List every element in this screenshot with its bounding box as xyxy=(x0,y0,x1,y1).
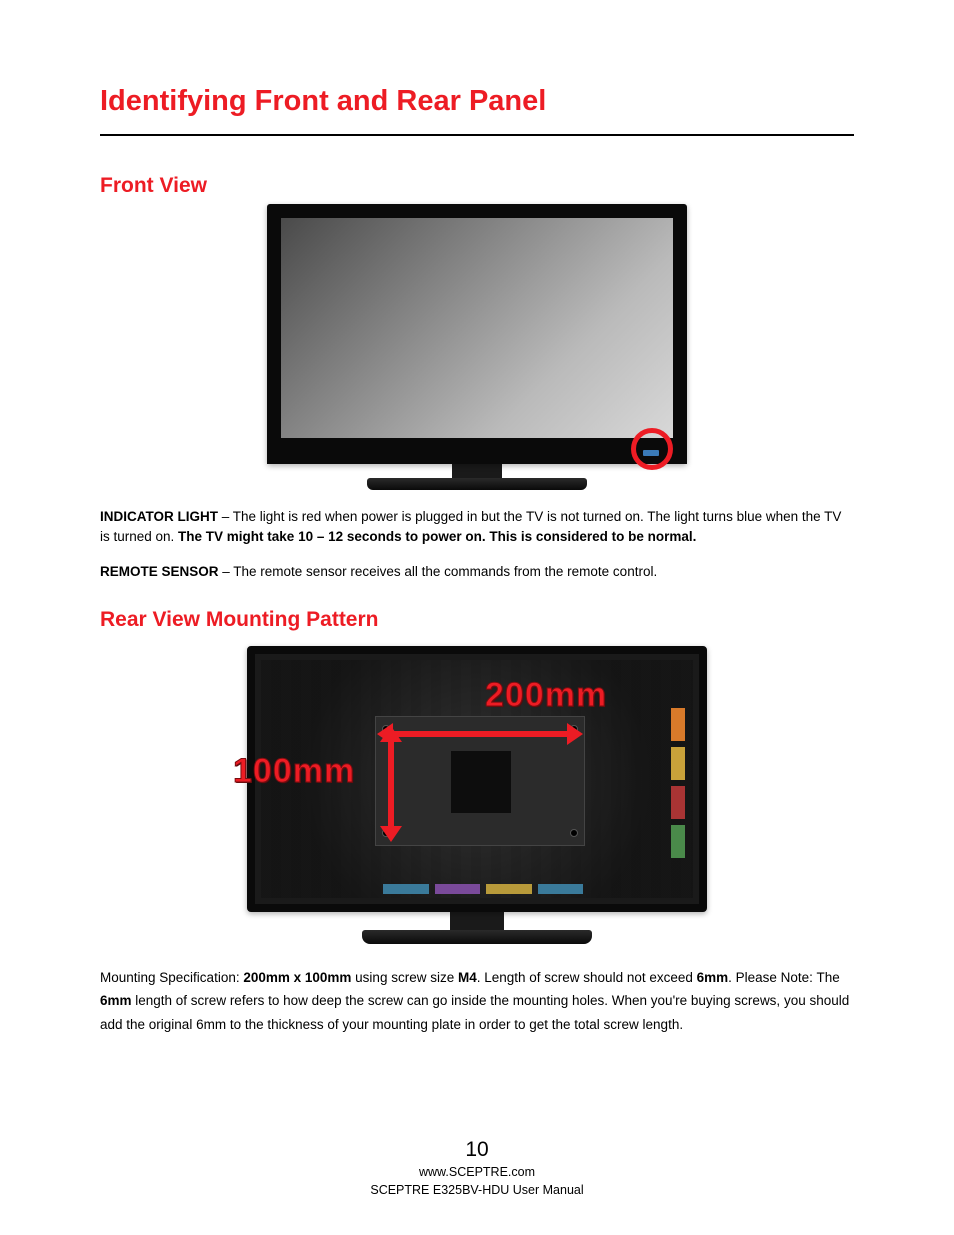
front-view-figure xyxy=(100,204,854,495)
tv-stand-neck xyxy=(452,464,502,478)
indicator-highlight-circle xyxy=(631,428,673,470)
indicator-light-paragraph: INDICATOR LIGHT – The light is red when … xyxy=(100,507,854,548)
port-icon xyxy=(671,786,685,819)
tv-front-illustration xyxy=(267,204,687,490)
mounting-spec-paragraph: Mounting Specification: 200mm x 100mm us… xyxy=(100,966,854,1037)
spec-len1: 6mm xyxy=(697,970,729,985)
mount-hole-icon xyxy=(570,829,578,837)
horizontal-dimension-arrow-icon xyxy=(387,726,573,742)
port-icon xyxy=(486,884,532,894)
port-icon xyxy=(671,825,685,858)
mount-inner-panel xyxy=(451,751,511,813)
dimension-100mm-label: 100mm xyxy=(233,752,355,791)
bottom-ports xyxy=(383,884,583,894)
footer-url: www.SCEPTRE.com xyxy=(0,1164,954,1182)
remote-sensor-text: – The remote sensor receives all the com… xyxy=(219,564,658,579)
spec-suffix: length of screw refers to how deep the s… xyxy=(100,993,849,1032)
tv-rear-illustration: 200mm 100mm xyxy=(247,646,707,944)
page-number: 10 xyxy=(0,1138,954,1162)
tv-bottom-bar xyxy=(267,438,687,464)
tv-screen xyxy=(281,218,673,438)
remote-sensor-paragraph: REMOTE SENSOR – The remote sensor receiv… xyxy=(100,562,854,582)
port-icon xyxy=(383,884,429,894)
port-icon xyxy=(435,884,481,894)
title-divider xyxy=(100,134,854,136)
page-title: Identifying Front and Rear Panel xyxy=(100,85,854,118)
rear-view-heading: Rear View Mounting Pattern xyxy=(100,608,854,632)
side-ports xyxy=(671,708,685,858)
spec-mid1: using screw size xyxy=(351,970,458,985)
rear-view-figure: 200mm 100mm xyxy=(100,646,854,944)
spec-mid3: . Please Note: The xyxy=(728,970,840,985)
spec-prefix: Mounting Specification: xyxy=(100,970,243,985)
remote-sensor-label: REMOTE SENSOR xyxy=(100,564,219,579)
vertical-dimension-arrow-icon xyxy=(383,736,399,832)
front-view-heading: Front View xyxy=(100,174,854,198)
tv-rear-stand-neck xyxy=(450,912,504,930)
tv-stand-base xyxy=(367,478,587,490)
port-icon xyxy=(671,747,685,780)
spec-len2: 6mm xyxy=(100,993,132,1008)
tv-rear-stand-base xyxy=(362,930,592,944)
spec-screw: M4 xyxy=(458,970,477,985)
indicator-light-label: INDICATOR LIGHT xyxy=(100,509,218,524)
port-icon xyxy=(671,708,685,741)
page-footer: 10 www.SCEPTRE.com SCEPTRE E325BV-HDU Us… xyxy=(0,1138,954,1199)
spec-dims: 200mm x 100mm xyxy=(243,970,351,985)
spec-mid2: . Length of screw should not exceed xyxy=(477,970,697,985)
dimension-200mm-label: 200mm xyxy=(485,676,607,715)
indicator-light-bold: The TV might take 10 – 12 seconds to pow… xyxy=(178,529,696,544)
port-icon xyxy=(538,884,584,894)
tv-bezel xyxy=(267,204,687,464)
footer-manual: SCEPTRE E325BV-HDU User Manual xyxy=(0,1182,954,1200)
